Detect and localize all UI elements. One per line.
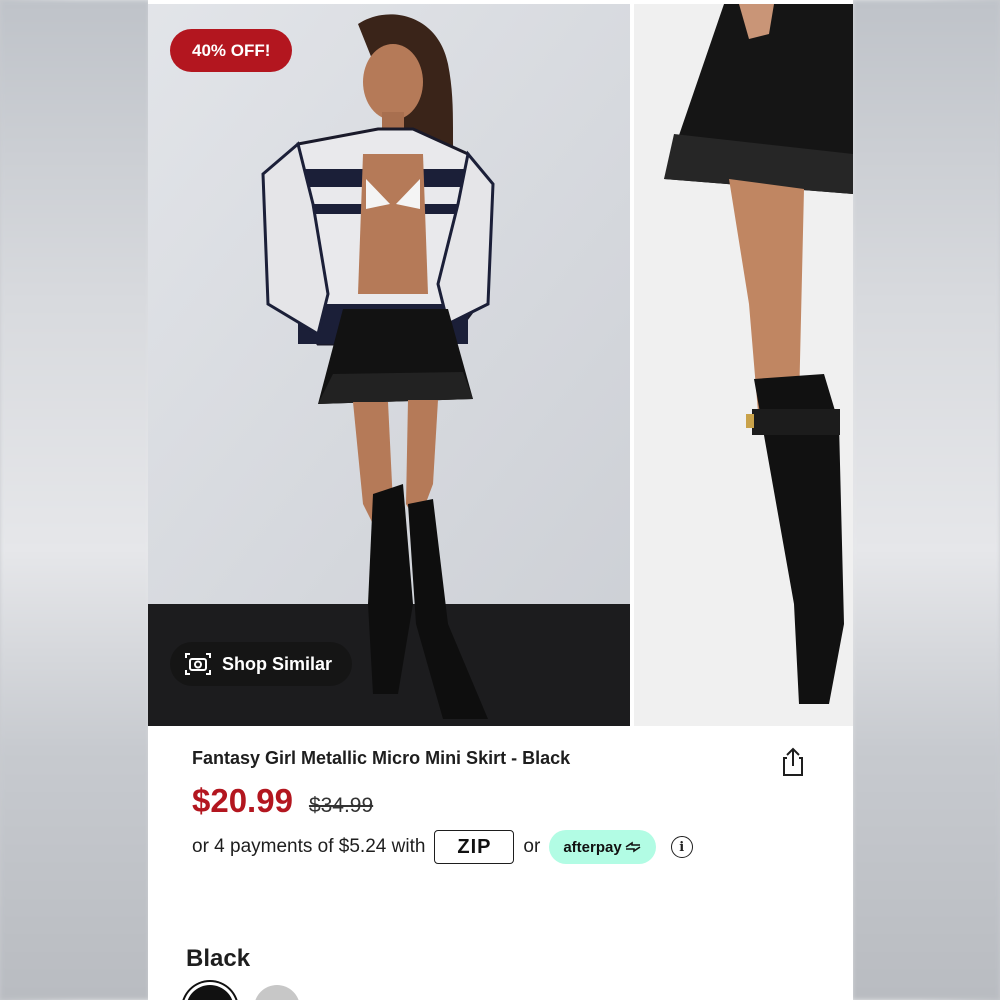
color-label: Black: [186, 945, 251, 972]
background-left: [0, 0, 150, 1000]
afterpay-arrow-icon: [625, 841, 641, 853]
color-swatch-black[interactable]: [186, 985, 234, 1000]
shop-similar-label: Shop Similar: [222, 653, 333, 674]
installments-row: or 4 payments of $5.24 with ZIP or after…: [192, 830, 693, 864]
shop-similar-button[interactable]: Shop Similar: [170, 642, 353, 686]
zip-logo: ZIP: [457, 835, 492, 858]
camera-icon: [185, 653, 211, 675]
zip-badge[interactable]: ZIP: [434, 830, 515, 864]
image-gallery[interactable]: 40% OFF! Shop Similar: [148, 0, 853, 726]
or-text: or: [523, 836, 541, 857]
share-icon: [783, 747, 803, 776]
product-page: 40% OFF! Shop Similar Fantasy Girl Metal…: [148, 0, 853, 1000]
product-image-secondary[interactable]: [634, 4, 853, 726]
background-right: [852, 0, 1000, 1000]
afterpay-badge[interactable]: afterpay: [549, 830, 656, 864]
price-row: $20.99 $34.99: [192, 782, 373, 820]
color-swatch-grey[interactable]: [254, 985, 300, 1000]
afterpay-logo: afterpay: [563, 838, 622, 856]
original-price: $34.99: [308, 794, 374, 817]
product-title: Fantasy Girl Metallic Micro Mini Skirt -…: [192, 748, 571, 768]
product-image-main[interactable]: 40% OFF! Shop Similar: [148, 4, 630, 726]
sale-price: $20.99: [192, 782, 293, 819]
share-button[interactable]: [776, 745, 810, 779]
info-icon[interactable]: i: [670, 836, 693, 858]
model-illustration: [148, 4, 630, 726]
sale-badge: 40% OFF!: [170, 29, 293, 72]
installments-text: or 4 payments of $5.24 with: [192, 836, 426, 857]
skirt-boot-illustration: [634, 4, 853, 726]
